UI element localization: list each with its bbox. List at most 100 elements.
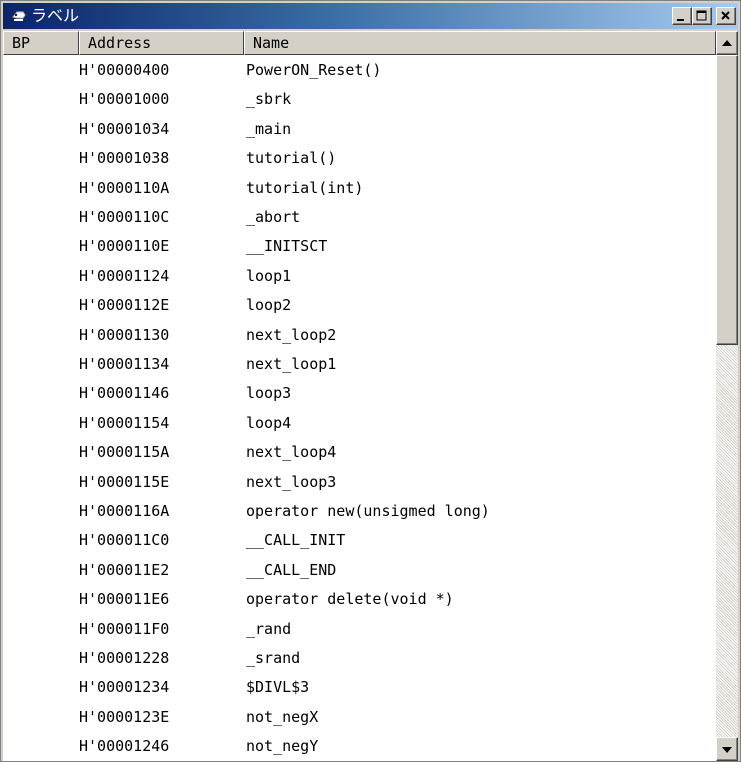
table-row[interactable]: H'00001234 $DIVL$3	[3, 672, 716, 702]
minimize-icon	[677, 19, 684, 21]
table-row[interactable]: H'00001038 tutorial()	[3, 143, 716, 173]
table-row[interactable]: H'0000110E __INITSCT	[3, 231, 716, 261]
column-header: BP Address Name	[3, 31, 716, 55]
name-cell: loop4	[246, 413, 292, 432]
breakpoint-cell[interactable]	[3, 525, 77, 555]
address-cell: H'00001146	[79, 384, 170, 403]
maximize-icon	[696, 10, 707, 21]
name-cell: PowerON_Reset()	[246, 61, 382, 79]
breakpoint-cell[interactable]	[3, 143, 77, 173]
minimize-button[interactable]	[672, 7, 692, 25]
address-cell: H'00001228	[79, 649, 170, 667]
breakpoint-cell[interactable]	[3, 114, 77, 144]
column-header-name[interactable]: Name	[244, 31, 716, 55]
address-cell: H'0000110E	[79, 237, 170, 256]
table-row[interactable]: H'0000116A operator new(unsigmed long)	[3, 496, 716, 526]
breakpoint-cell[interactable]	[3, 496, 77, 526]
address-cell: H'00001154	[79, 413, 170, 432]
breakpoint-cell[interactable]	[3, 584, 77, 614]
scroll-thumb[interactable]	[716, 55, 738, 345]
table-row[interactable]: H'0000115A next_loop4	[3, 437, 716, 467]
breakpoint-cell[interactable]	[3, 643, 77, 673]
table-row[interactable]: H'000011E6 operator delete(void *)	[3, 584, 716, 614]
label-window: ラベル BP Address Name H'00000400 PowerON_Re…	[0, 0, 741, 762]
table-row[interactable]: H'000011E2 __CALL_END	[3, 555, 716, 585]
table-row[interactable]: H'0000123E not_negX	[3, 702, 716, 732]
name-cell: tutorial()	[246, 149, 337, 168]
breakpoint-cell[interactable]	[3, 467, 77, 497]
name-cell: next_loop1	[246, 355, 337, 373]
address-cell: H'0000115A	[79, 443, 170, 462]
name-cell: __INITSCT	[246, 237, 328, 256]
breakpoint-cell[interactable]	[3, 173, 77, 203]
name-cell: _srand	[246, 649, 301, 667]
name-cell: __CALL_END	[246, 560, 337, 579]
column-header-address[interactable]: Address	[79, 31, 244, 55]
address-cell: H'000011F0	[79, 619, 170, 638]
address-cell: H'00000400	[79, 61, 170, 79]
table-row[interactable]: H'0000115E next_loop3	[3, 467, 716, 497]
breakpoint-cell[interactable]	[3, 261, 77, 291]
name-cell: __CALL_INIT	[246, 531, 346, 550]
breakpoint-cell[interactable]	[3, 672, 77, 702]
table-row[interactable]: H'00001246 not_negY	[3, 731, 716, 761]
breakpoint-cell[interactable]	[3, 84, 77, 114]
table-row[interactable]: H'00001154 loop4	[3, 408, 716, 438]
name-cell: $DIVL$3	[246, 678, 310, 697]
breakpoint-cell[interactable]	[3, 202, 77, 232]
address-cell: H'00001000	[79, 90, 170, 109]
address-cell: H'0000116A	[79, 502, 170, 520]
table-row[interactable]: H'00001134 next_loop1	[3, 349, 716, 379]
name-cell: tutorial(int)	[246, 178, 364, 197]
breakpoint-cell[interactable]	[3, 55, 77, 85]
table-row[interactable]: H'00001130 next_loop2	[3, 320, 716, 350]
breakpoint-cell[interactable]	[3, 614, 77, 644]
name-cell: _abort	[246, 208, 301, 226]
address-cell: H'00001034	[79, 119, 170, 138]
address-cell: H'000011E2	[79, 560, 170, 579]
scroll-down-button[interactable]	[716, 737, 738, 761]
name-cell: not_negX	[246, 707, 319, 726]
name-cell: _sbrk	[246, 90, 292, 109]
breakpoint-cell[interactable]	[3, 408, 77, 438]
address-cell: H'00001038	[79, 149, 170, 168]
address-cell: H'00001246	[79, 737, 170, 756]
name-cell: loop2	[246, 296, 292, 315]
scroll-up-button[interactable]	[716, 31, 738, 55]
breakpoint-cell[interactable]	[3, 349, 77, 379]
breakpoint-cell[interactable]	[3, 320, 77, 350]
breakpoint-cell[interactable]	[3, 231, 77, 261]
title-bar[interactable]: ラベル	[3, 3, 738, 29]
table-row[interactable]: H'00001228 _srand	[3, 643, 716, 673]
vertical-scrollbar[interactable]	[716, 31, 738, 761]
breakpoint-cell[interactable]	[3, 437, 77, 467]
breakpoint-cell[interactable]	[3, 378, 77, 408]
name-cell: next_loop2	[246, 325, 337, 344]
address-cell: H'00001134	[79, 355, 170, 373]
arrow-down-icon	[722, 747, 732, 753]
breakpoint-cell[interactable]	[3, 702, 77, 732]
table-row[interactable]: H'00001000 _sbrk	[3, 84, 716, 114]
table-row[interactable]: H'0000110A tutorial(int)	[3, 173, 716, 203]
label-window-icon	[11, 8, 27, 24]
breakpoint-cell[interactable]	[3, 731, 77, 761]
table-row[interactable]: H'000011F0 _rand	[3, 614, 716, 644]
breakpoint-cell[interactable]	[3, 555, 77, 585]
name-cell: loop3	[246, 384, 292, 403]
column-header-bp[interactable]: BP	[3, 31, 79, 55]
table-row[interactable]: H'00001146 loop3	[3, 378, 716, 408]
table-row[interactable]: H'00000400 PowerON_Reset()	[3, 55, 716, 85]
table-row[interactable]: H'00001124 loop1	[3, 261, 716, 291]
address-cell: H'00001234	[79, 678, 170, 697]
table-row[interactable]: H'0000112E loop2	[3, 290, 716, 320]
breakpoint-cell[interactable]	[3, 290, 77, 320]
table-row[interactable]: H'0000110C _abort	[3, 202, 716, 232]
maximize-button[interactable]	[692, 7, 712, 25]
address-cell: H'0000110C	[79, 208, 170, 226]
close-button[interactable]	[716, 7, 736, 25]
table-row[interactable]: H'000011C0 __CALL_INIT	[3, 525, 716, 555]
table-row[interactable]: H'00001034 _main	[3, 114, 716, 144]
name-cell: _rand	[246, 619, 292, 638]
address-cell: H'0000123E	[79, 707, 170, 726]
label-list[interactable]: H'00000400 PowerON_Reset() H'00001000 _sbrk…	[3, 55, 716, 761]
